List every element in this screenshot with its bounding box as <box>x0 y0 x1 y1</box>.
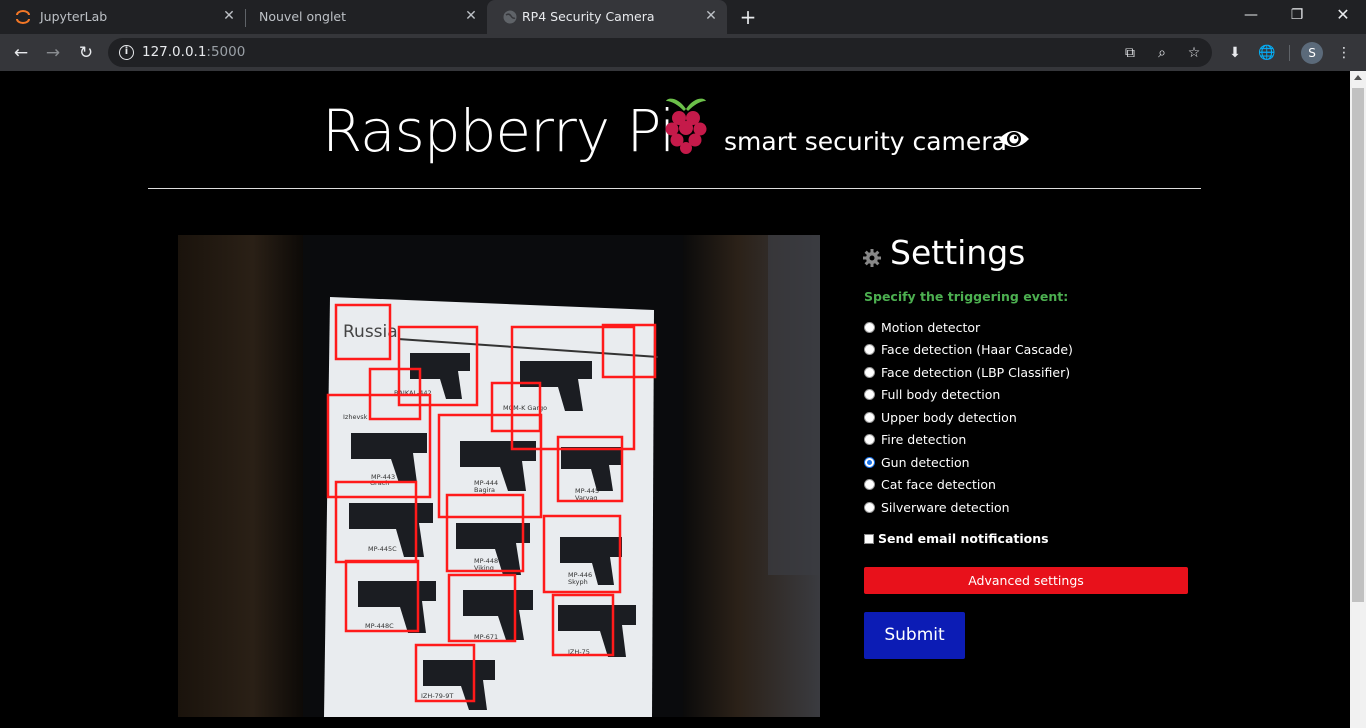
settings-title: Settings <box>890 233 1026 272</box>
option-gun[interactable]: Gun detection <box>864 453 970 471</box>
restore-icon[interactable]: ❐ <box>1274 0 1320 30</box>
option-label: Cat face detection <box>881 476 996 492</box>
url-host: 127.0.0.1 <box>142 44 207 60</box>
option-silverware[interactable]: Silverware detection <box>864 498 1010 516</box>
advanced-settings-button[interactable]: Advanced settings <box>864 567 1188 594</box>
close-window-icon[interactable]: ✕ <box>1320 0 1366 30</box>
background-wall-left <box>178 235 303 717</box>
camera-feed: Russia BAIKAL-442 MCM-K Gargo Izhevsk MP… <box>178 235 820 717</box>
star-icon[interactable]: ☆ <box>1184 43 1204 63</box>
menu-icon[interactable]: ⋮ <box>1333 42 1355 64</box>
radio-button[interactable] <box>864 366 875 378</box>
radio-button[interactable] <box>864 321 875 333</box>
option-label: Fire detection <box>881 431 967 447</box>
radio-button-selected[interactable] <box>864 456 875 468</box>
back-icon[interactable]: ← <box>8 40 34 66</box>
url-text[interactable]: 127.0.0.1:5000 <box>142 44 245 60</box>
close-icon[interactable]: ✕ <box>221 8 237 24</box>
gun-label: Bagira <box>474 486 495 494</box>
zoom-icon[interactable]: ⌕ <box>1152 43 1172 63</box>
option-label: Face detection (Haar Cascade) <box>881 341 1073 357</box>
browser-toolbar: ← → ↻ i 127.0.0.1:5000 ⧉ ⌕ ☆ ⬇ 🌐 S ⋮ <box>0 34 1366 71</box>
globe-icon <box>503 10 517 24</box>
email-checkbox[interactable] <box>864 533 874 544</box>
option-face-lbp[interactable]: Face detection (LBP Classifier) <box>864 363 1070 381</box>
toolbar-divider <box>1289 45 1290 61</box>
url-port: :5000 <box>206 44 246 60</box>
radio-button[interactable] <box>864 433 875 445</box>
reload-icon[interactable]: ↻ <box>73 40 99 66</box>
option-upper-body[interactable]: Upper body detection <box>864 408 1017 426</box>
page-scrollbar[interactable] <box>1350 71 1366 728</box>
gear-icon <box>863 249 881 267</box>
trigger-label: Specify the triggering event: <box>864 289 1069 304</box>
radio-button[interactable] <box>864 501 875 513</box>
gun-label: Skyph <box>568 578 588 586</box>
tab-nouvel-onglet[interactable]: Nouvel onglet ✕ <box>245 0 487 34</box>
browser-tabbar: JupyterLab ✕ Nouvel onglet ✕ RP4 Securit… <box>0 0 1366 34</box>
tab-title: RP4 Security Camera <box>522 9 655 24</box>
option-cat-face[interactable]: Cat face detection <box>864 475 996 493</box>
option-label: Upper body detection <box>881 409 1017 425</box>
tab-jupyterlab[interactable]: JupyterLab ✕ <box>0 0 245 34</box>
option-label: Motion detector <box>881 319 981 335</box>
option-label: Full body detection <box>881 386 1001 402</box>
option-face-haar[interactable]: Face detection (Haar Cascade) <box>864 340 1073 358</box>
option-fire[interactable]: Fire detection <box>864 430 966 448</box>
minimize-icon[interactable]: — <box>1228 0 1274 30</box>
tab-title: Nouvel onglet <box>259 9 347 24</box>
page-viewport: Raspberry Pi smart security camera Russi… <box>0 71 1350 728</box>
tab-rp4-security-camera[interactable]: RP4 Security Camera ✕ <box>487 0 727 34</box>
gun-label: Izhevsk <box>343 413 368 421</box>
address-bar[interactable]: i 127.0.0.1:5000 ⧉ ⌕ ☆ <box>108 38 1212 67</box>
jupyter-icon <box>16 10 30 24</box>
radio-button[interactable] <box>864 388 875 400</box>
close-icon[interactable]: ✕ <box>703 8 719 24</box>
radio-button[interactable] <box>864 411 875 423</box>
extension-globe-icon[interactable]: 🌐 <box>1256 42 1278 64</box>
scroll-up-arrow[interactable] <box>1354 75 1362 80</box>
gun-label: MP-448C <box>365 622 394 630</box>
page-title: Raspberry Pi <box>322 97 675 165</box>
plus-icon[interactable]: + <box>737 6 759 28</box>
option-label: Gun detection <box>881 454 970 470</box>
download-icon[interactable]: ⬇ <box>1224 42 1246 64</box>
email-label: Send email notifications <box>878 531 1049 546</box>
scrollbar-thumb[interactable] <box>1352 88 1364 602</box>
submit-button[interactable]: Submit <box>864 612 965 659</box>
camera-frame: Russia BAIKAL-442 MCM-K Gargo Izhevsk MP… <box>178 235 820 717</box>
header-divider <box>148 188 1201 189</box>
option-full-body[interactable]: Full body detection <box>864 385 1000 403</box>
option-label: Silverware detection <box>881 499 1010 515</box>
option-label: Face detection (LBP Classifier) <box>881 364 1071 380</box>
eye-icon <box>999 131 1029 147</box>
email-notifications-row[interactable]: Send email notifications <box>864 531 1049 546</box>
info-icon[interactable]: i <box>119 45 134 60</box>
gun-label: IZH-79-9T <box>421 692 453 700</box>
tab-title: JupyterLab <box>40 9 108 24</box>
gun-label: MP-445C <box>368 545 397 553</box>
avatar[interactable]: S <box>1301 42 1323 64</box>
radio-button[interactable] <box>864 478 875 490</box>
translate-icon[interactable]: ⧉ <box>1120 43 1140 63</box>
radio-button[interactable] <box>864 343 875 355</box>
close-icon[interactable]: ✕ <box>463 8 479 24</box>
forward-icon[interactable]: → <box>40 40 66 66</box>
option-motion-detector[interactable]: Motion detector <box>864 318 980 336</box>
raspberry-icon <box>665 98 707 154</box>
page-subtitle: smart security camera <box>724 127 1007 156</box>
